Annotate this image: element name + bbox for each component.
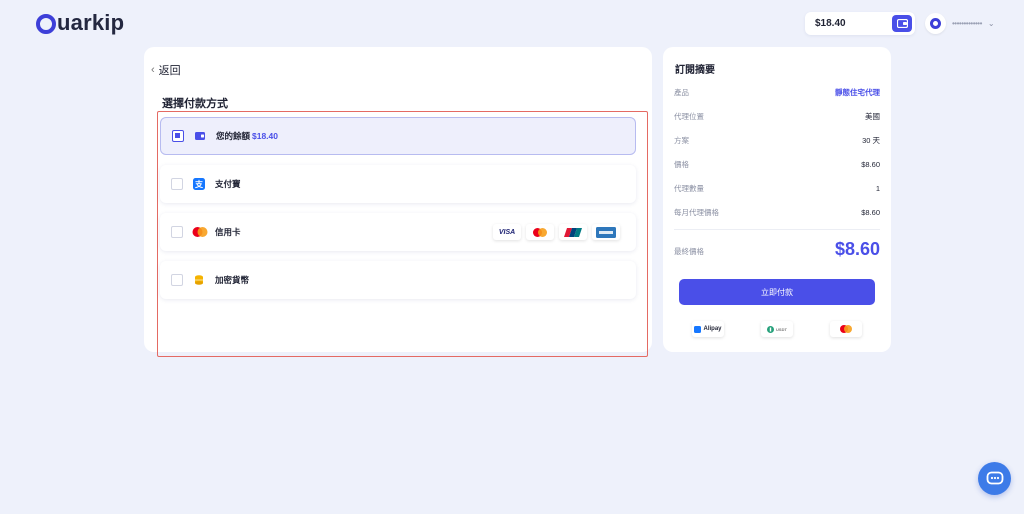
coins-icon: [195, 275, 203, 285]
payment-option-credit-card[interactable]: 信用卡 VISA: [160, 213, 636, 251]
payment-method-card: ‹ 返回 選擇付款方式 您的餘額 $18.40 支 支付寶 信用卡 VISA 加…: [144, 47, 652, 357]
back-link[interactable]: ‹ 返回: [151, 62, 181, 78]
final-price-label: 最終價格: [674, 247, 704, 256]
pay-now-button[interactable]: 立即付款: [679, 279, 875, 305]
summary-row-monthly-price: 每月代理價格 $8.60: [674, 207, 880, 218]
mastercard-icon: [192, 227, 208, 237]
brand-logo[interactable]: uarkip: [36, 10, 124, 36]
summary-row-plan: 方案 30 天: [674, 135, 880, 146]
accepted-payment-logos: Alipay USDT: [692, 321, 862, 337]
mastercard-logo: [830, 321, 862, 337]
subscription-summary-card: 訂閱摘要 產品 靜態住宅代理 代理位置 美國 方案 30 天 價格 $8.60 …: [663, 47, 891, 352]
summary-key: 代理數量: [674, 184, 704, 193]
logo-q-mark: [36, 14, 56, 34]
visa-icon: VISA: [493, 224, 521, 240]
payment-option-alipay[interactable]: 支 支付寶: [160, 165, 636, 203]
summary-key: 方案: [674, 136, 689, 145]
summary-key: 每月代理價格: [674, 208, 719, 217]
option-checkbox[interactable]: [172, 130, 184, 142]
chat-icon: [986, 471, 1003, 484]
option-label: 支付寶: [215, 179, 241, 189]
user-menu[interactable]: ••••••••••••• ⌄: [925, 13, 995, 34]
wallet-icon: [896, 19, 908, 28]
chevron-down-icon: ⌄: [987, 19, 995, 28]
wallet-button[interactable]: [892, 15, 912, 32]
summary-value: 1: [875, 184, 880, 193]
summary-row-location: 代理位置 美國: [674, 111, 880, 122]
alipay-icon: 支: [193, 178, 205, 190]
summary-row-product: 產品 靜態住宅代理: [674, 87, 880, 98]
option-label: 加密貨幣: [215, 275, 250, 285]
summary-key: 產品: [674, 88, 689, 97]
card-brand-logos: VISA: [493, 224, 620, 240]
summary-value: $8.60: [861, 160, 880, 169]
option-checkbox[interactable]: [171, 178, 183, 190]
summary-row-price: 價格 $8.60: [674, 159, 880, 170]
payment-option-balance[interactable]: 您的餘額 $18.40: [160, 117, 636, 155]
avatar[interactable]: [925, 13, 946, 34]
balance-amount: $18.40: [815, 18, 846, 29]
summary-value[interactable]: 靜態住宅代理: [835, 87, 880, 98]
usdt-logo: USDT: [761, 321, 793, 337]
back-label: 返回: [158, 65, 181, 77]
usdt-logo-text: USDT: [776, 326, 787, 332]
summary-divider: [674, 229, 880, 230]
user-name: •••••••••••••: [952, 19, 982, 28]
option-label: 您的餘額: [216, 131, 251, 141]
option-label: 信用卡: [215, 227, 241, 237]
chevron-left-icon: ‹: [151, 64, 155, 76]
summary-title: 訂閱摘要: [675, 65, 715, 76]
wallet-icon: [195, 132, 205, 140]
logo-text: uarkip: [57, 10, 125, 35]
alipay-logo-text: Alipay: [703, 326, 722, 332]
option-checkbox[interactable]: [171, 274, 183, 286]
option-balance-amount: $18.40: [252, 131, 278, 141]
summary-key: 價格: [674, 160, 689, 169]
final-price: $8.60: [834, 239, 880, 259]
alipay-logo: Alipay: [692, 321, 724, 337]
summary-key: 代理位置: [674, 112, 704, 121]
section-title: 選擇付款方式: [162, 98, 228, 110]
option-checkbox[interactable]: [171, 226, 183, 238]
support-chat-button[interactable]: [978, 462, 1011, 495]
summary-value: 美國: [865, 112, 880, 121]
summary-value: $8.60: [861, 208, 880, 217]
payment-option-crypto[interactable]: 加密貨幣: [160, 261, 636, 299]
svg-text:支: 支: [194, 179, 204, 189]
unionpay-icon: [559, 224, 587, 240]
amex-icon: [592, 224, 620, 240]
mastercard-icon: [526, 224, 554, 240]
summary-value: 30 天: [862, 136, 880, 145]
summary-row-quantity: 代理數量 1: [674, 183, 880, 194]
balance-display: $18.40: [805, 12, 915, 35]
